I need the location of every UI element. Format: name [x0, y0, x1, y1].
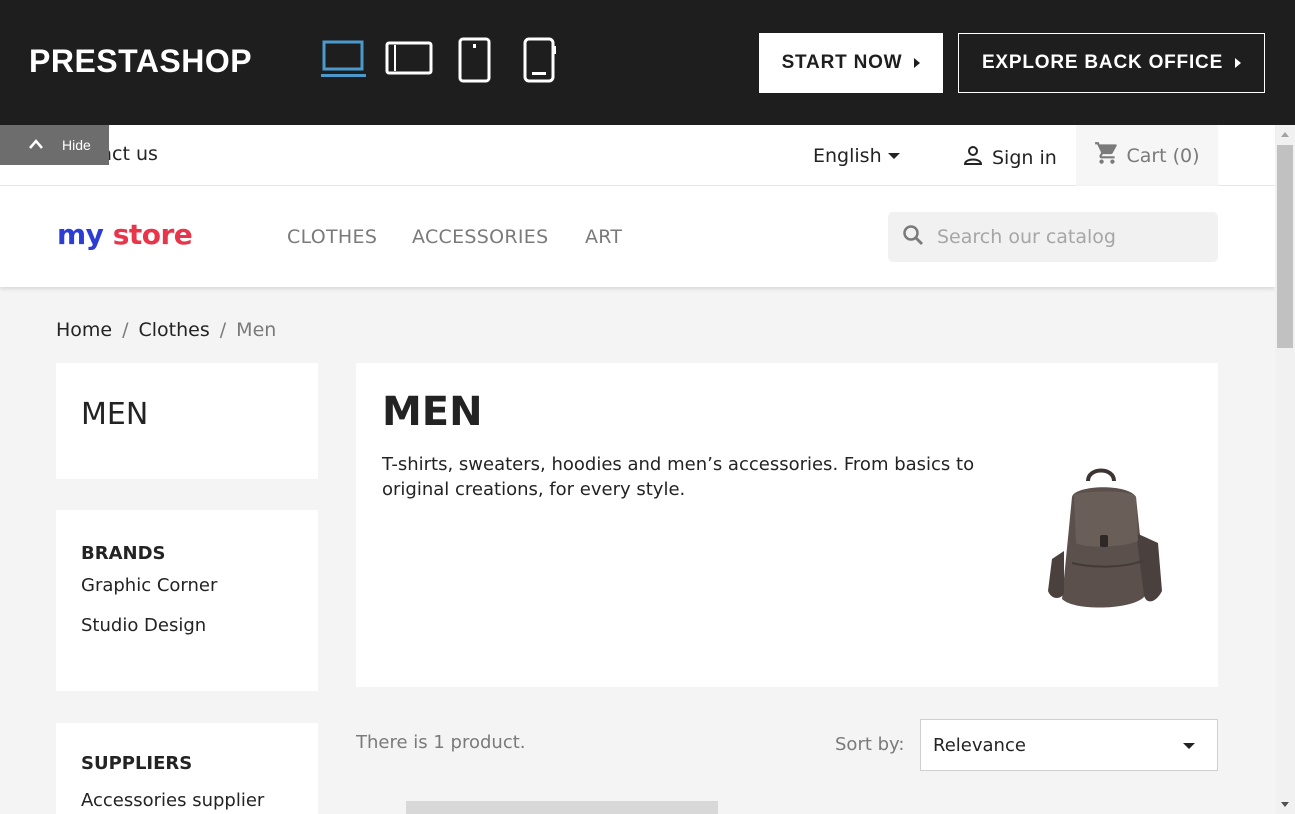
- supplier-link-accessories[interactable]: Accessories supplier: [81, 790, 264, 811]
- search-icon[interactable]: [901, 223, 925, 251]
- tablet-landscape-icon[interactable]: [385, 36, 433, 84]
- mobile-icon[interactable]: [522, 36, 558, 84]
- scroll-down-arrow-icon[interactable]: [1281, 802, 1289, 807]
- search-input[interactable]: [937, 226, 1197, 248]
- menu-item-accessories[interactable]: ACCESSORIES: [412, 226, 548, 248]
- scrollbar[interactable]: [1275, 125, 1295, 814]
- suppliers-title: SUPPLIERS: [81, 753, 193, 774]
- chevron-right-icon: [1235, 58, 1242, 68]
- sidebar-category-block: MEN: [56, 363, 318, 479]
- desktop-icon[interactable]: [320, 36, 368, 84]
- sign-in-link[interactable]: Sign in: [961, 143, 1057, 172]
- product-thumbnail[interactable]: [406, 801, 718, 814]
- breadcrumb-separator: /: [219, 319, 227, 341]
- cart-icon: [1094, 140, 1120, 171]
- tablet-portrait-icon[interactable]: [457, 36, 493, 84]
- breadcrumb-home[interactable]: Home: [56, 319, 112, 341]
- caret-down-icon: [887, 153, 900, 159]
- brands-block: BRANDS Graphic Corner Studio Design: [56, 510, 318, 691]
- demo-toolbar: PRESTASHOP START NOW EXPLORE BACK OFFICE: [0, 0, 1295, 125]
- logo-word-store: store: [112, 218, 193, 251]
- hide-toolbar-button[interactable]: Hide: [0, 125, 109, 165]
- hide-label: Hide: [62, 137, 91, 153]
- explore-back-office-button[interactable]: EXPLORE BACK OFFICE: [958, 33, 1265, 93]
- category-image: [1036, 463, 1171, 622]
- sidebar-category-title: MEN: [81, 397, 149, 432]
- start-now-button[interactable]: START NOW: [759, 33, 943, 93]
- breadcrumb-men: Men: [236, 319, 277, 341]
- sort-select[interactable]: Relevance: [920, 719, 1218, 771]
- brands-title: BRANDS: [81, 543, 166, 564]
- main-header: my store CLOTHES ACCESSORIES ART: [0, 186, 1275, 287]
- user-icon: [961, 143, 985, 172]
- search-box: [888, 212, 1218, 262]
- breadcrumb-clothes[interactable]: Clothes: [139, 319, 210, 341]
- store-logo[interactable]: my store: [57, 218, 193, 251]
- top-nav: Contact us English Sign in Cart (0): [0, 125, 1275, 186]
- category-header: MEN T-shirts, sweaters, hoodies and men’…: [356, 363, 1218, 687]
- sign-in-label: Sign in: [992, 146, 1057, 169]
- breadcrumb-separator: /: [122, 319, 129, 341]
- cart-count: (0): [1172, 144, 1200, 167]
- language-selector[interactable]: English: [813, 145, 900, 167]
- cart-label: Cart: [1126, 144, 1167, 167]
- product-count: There is 1 product.: [356, 732, 526, 753]
- language-label: English: [813, 145, 882, 167]
- breadcrumb: Home / Clothes / Men: [56, 319, 276, 341]
- category-description: T-shirts, sweaters, hoodies and men’s ac…: [382, 454, 975, 500]
- cart-link[interactable]: Cart (0): [1076, 125, 1218, 186]
- sort-select-value: Relevance: [933, 734, 1026, 756]
- sort-by-label: Sort by:: [835, 734, 905, 755]
- brand-link-studio-design[interactable]: Studio Design: [81, 615, 206, 636]
- caret-down-icon: [1183, 743, 1195, 749]
- suppliers-block: SUPPLIERS Accessories supplier: [56, 723, 318, 814]
- explore-back-office-label: EXPLORE BACK OFFICE: [981, 52, 1224, 73]
- store-frame: Contact us English Sign in Cart (0): [0, 125, 1275, 814]
- chevron-right-icon: [914, 58, 921, 68]
- brand-link-graphic-corner[interactable]: Graphic Corner: [81, 575, 217, 596]
- logo-word-my: my: [57, 218, 104, 251]
- chevron-up-icon: [28, 137, 44, 153]
- menu-item-clothes[interactable]: CLOTHES: [287, 226, 377, 248]
- scroll-up-arrow-icon[interactable]: [1281, 132, 1289, 137]
- prestashop-logo: PRESTASHOP: [29, 43, 253, 79]
- menu-item-art[interactable]: ART: [585, 226, 622, 248]
- start-now-label: START NOW: [781, 52, 903, 73]
- category-title: MEN: [382, 389, 483, 435]
- scrollbar-thumb[interactable]: [1277, 145, 1293, 348]
